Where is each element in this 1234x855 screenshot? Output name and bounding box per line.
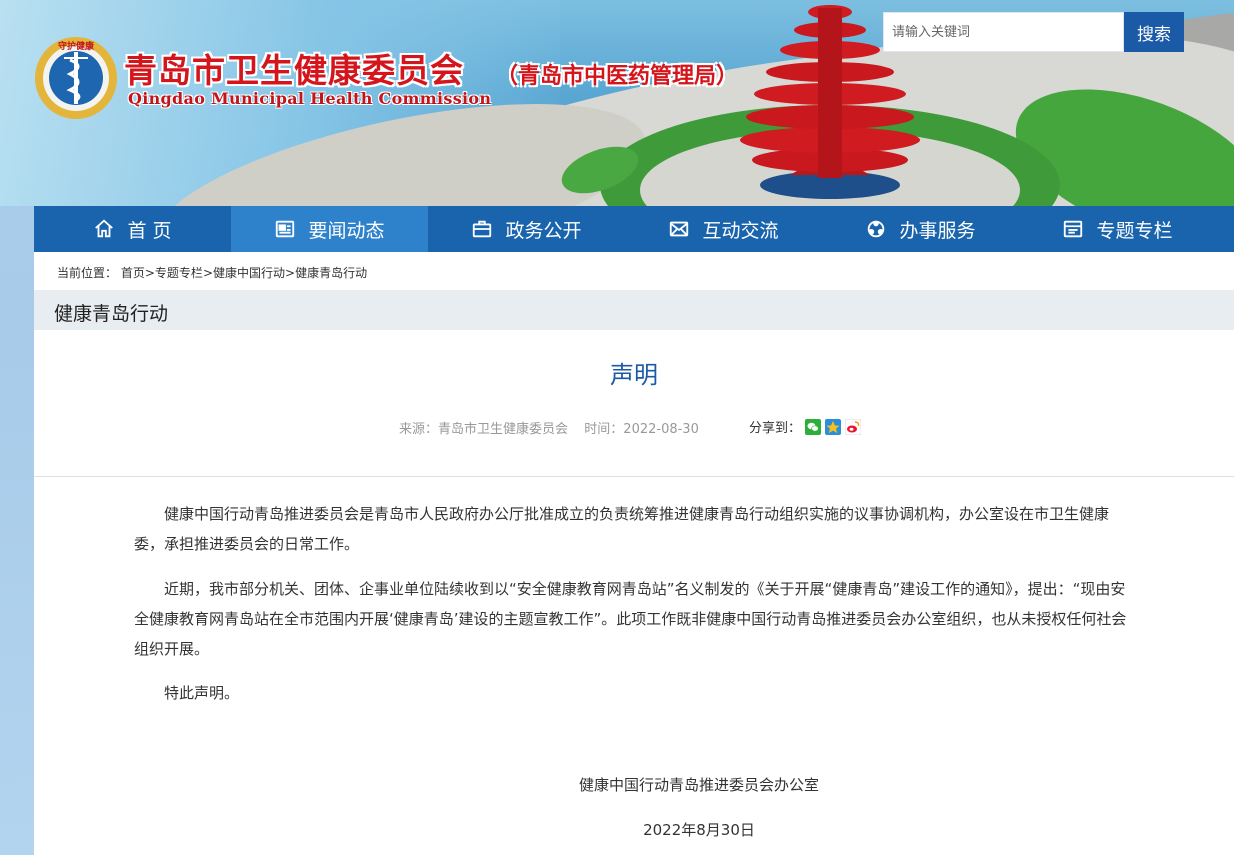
breadcrumb-healthy-china[interactable]: 健康中国行动 — [213, 266, 285, 280]
nav-label: 要闻动态 — [308, 219, 385, 242]
breadcrumb: 当前位置： 首页>专题专栏>健康中国行动>健康青岛行动 — [57, 264, 367, 281]
breadcrumb-separator: > — [202, 266, 213, 280]
breadcrumb-prefix: 当前位置： — [57, 266, 118, 280]
nav-item-news[interactable]: 要闻动态 — [231, 206, 428, 252]
nav-label: 政务公开 — [505, 219, 582, 242]
service-icon — [868, 220, 885, 238]
nav-item-government[interactable]: 政务公开 — [428, 206, 625, 252]
site-subtitle-cn: （青岛市中医药管理局） — [496, 63, 739, 89]
breadcrumb-topics[interactable]: 专题专栏 — [155, 266, 203, 280]
nav-item-home[interactable]: 首 页 — [34, 206, 231, 252]
search-box: 搜索 — [883, 12, 1184, 52]
search-button[interactable]: 搜索 — [1124, 12, 1184, 52]
article-paragraph: 健康中国行动青岛推进委员会是青岛市人民政府办公厅批准成立的负责统筹推进健康青岛行… — [134, 505, 1110, 553]
article-meta: 来源：青岛市卫生健康委员会 时间：2022-08-30 — [399, 418, 699, 437]
header-banner: 守护健康 青岛市卫生健康委员会 （青岛市中医药管理局） Qingdao Muni… — [0, 0, 1234, 206]
share-label: 分享到： — [749, 421, 802, 436]
nav-label: 办事服务 — [899, 219, 976, 242]
article-time: 时间：2022-08-30 — [584, 422, 699, 437]
svg-text:守护健康: 守护健康 — [58, 40, 95, 52]
breadcrumb-healthy-qingdao[interactable]: 健康青岛行动 — [295, 266, 367, 280]
search-input[interactable] — [883, 12, 1124, 52]
column-header: 健康青岛行动 — [34, 290, 1234, 330]
article-paragraph: 近期，我市部分机关、团体、企事业单位陆续收到以“安全健康教育网青岛站”名义制发的… — [134, 580, 1127, 658]
news-icon — [276, 220, 295, 238]
nav-label: 互动交流 — [702, 219, 779, 242]
article-signature: 健康中国行动青岛推进委员会办公室 — [578, 776, 819, 794]
article-source: 来源：青岛市卫生健康委员会 — [399, 422, 569, 437]
nav-item-services[interactable]: 办事服务 — [822, 206, 1019, 252]
breadcrumb-separator: > — [285, 266, 296, 280]
home-icon — [95, 219, 114, 238]
article-divider — [34, 476, 1234, 477]
site-name-en: Qingdao Municipal Health Commission — [128, 89, 492, 108]
mail-icon — [670, 221, 689, 237]
column-icon — [1064, 220, 1083, 238]
column-title: 健康青岛行动 — [54, 303, 169, 325]
site-name-cn: 青岛市卫生健康委员会 — [124, 51, 464, 90]
wechat-icon[interactable] — [805, 418, 822, 435]
nav-item-topics[interactable]: 专题专栏 — [1019, 206, 1216, 252]
breadcrumb-home[interactable]: 首页 — [121, 266, 145, 280]
breadcrumb-separator: > — [144, 266, 155, 280]
nav-label: 首 页 — [127, 219, 172, 242]
share-bar: 分享到： — [749, 417, 862, 436]
nav-label: 专题专栏 — [1096, 219, 1173, 242]
main-nav: 首 页 要闻动态 政务公开 互动交流 办事服务 专题专栏 — [34, 206, 1234, 252]
briefcase-icon — [473, 220, 492, 238]
article-title: 声明 — [610, 361, 658, 389]
weibo-icon[interactable] — [845, 418, 862, 435]
qzone-icon[interactable] — [825, 418, 842, 435]
nav-item-interaction[interactable]: 互动交流 — [625, 206, 822, 252]
article-paragraph: 特此声明。 — [164, 684, 240, 702]
article-date: 2022年8月30日 — [643, 821, 755, 839]
main-content: 当前位置： 首页>专题专栏>健康中国行动>健康青岛行动 健康青岛行动 声明 来源… — [34, 252, 1234, 855]
commission-logo: 守护健康 — [35, 37, 117, 119]
